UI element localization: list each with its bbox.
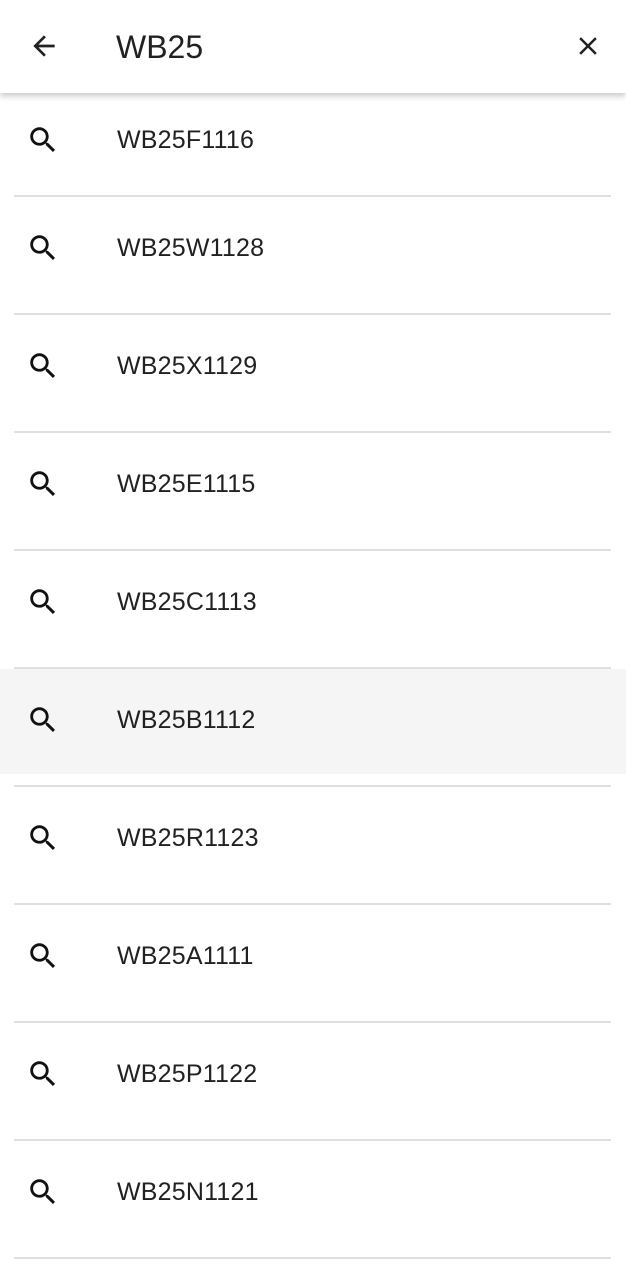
search-icon xyxy=(26,821,60,855)
arrow-left-icon xyxy=(33,35,55,57)
suggestion-label: WB25N1121 xyxy=(117,1178,259,1206)
suggestion-item[interactable]: WB25N1121 xyxy=(0,1141,626,1259)
suggestion-label: WB25F1116 xyxy=(117,126,255,154)
search-icon xyxy=(26,1175,60,1209)
search-icon xyxy=(26,467,60,501)
suggestion-label: WB25C1113 xyxy=(117,588,257,616)
search-input[interactable] xyxy=(116,26,536,68)
item-highlight xyxy=(0,93,626,184)
search-bar xyxy=(0,0,626,93)
suggestion-item[interactable]: WB25A1111 xyxy=(0,905,626,1023)
suggestion-label: WB25E1115 xyxy=(117,470,256,498)
search-icon xyxy=(26,231,60,265)
search-icon xyxy=(26,1057,60,1091)
suggestion-list: WB25F1116 WB25W1128 WB25X1129 WB25E1115 … xyxy=(0,93,626,1284)
back-button[interactable] xyxy=(22,24,66,68)
suggestion-item[interactable]: WB25P1122 xyxy=(0,1023,626,1141)
suggestion-item[interactable]: WB25F1116 xyxy=(0,93,626,197)
suggestion-label: WB25P1122 xyxy=(117,1060,258,1088)
item-highlight xyxy=(0,1141,626,1246)
close-icon xyxy=(579,37,597,55)
search-icon xyxy=(26,123,60,157)
suggestion-label: WB25A1111 xyxy=(117,942,254,970)
item-highlight xyxy=(0,433,626,538)
item-highlight xyxy=(0,551,626,656)
suggestion-label: WB25B1112 xyxy=(117,706,256,734)
search-icon xyxy=(26,585,60,619)
suggestion-label: WB25R1123 xyxy=(117,824,259,852)
suggestion-item[interactable]: WB25B1112 xyxy=(0,669,626,787)
suggestion-item[interactable]: WB25E1115 xyxy=(0,433,626,551)
clear-button[interactable] xyxy=(566,24,610,68)
item-highlight xyxy=(0,905,626,1010)
suggestion-item[interactable]: WB25X1129 xyxy=(0,315,626,433)
item-highlight xyxy=(0,669,626,774)
item-highlight xyxy=(0,787,626,892)
search-icon xyxy=(26,703,60,737)
suggestion-item[interactable]: WB25W1128 xyxy=(0,197,626,315)
divider xyxy=(14,1257,611,1259)
suggestion-item[interactable]: WB25R1123 xyxy=(0,787,626,905)
suggestion-label: WB25X1129 xyxy=(117,352,258,380)
search-icon xyxy=(26,349,60,383)
suggestion-item[interactable]: WB25C1113 xyxy=(0,551,626,669)
item-highlight xyxy=(0,197,626,302)
suggestion-label: WB25W1128 xyxy=(117,234,265,262)
item-highlight xyxy=(0,315,626,420)
item-highlight xyxy=(0,1023,626,1128)
search-icon xyxy=(26,939,60,973)
